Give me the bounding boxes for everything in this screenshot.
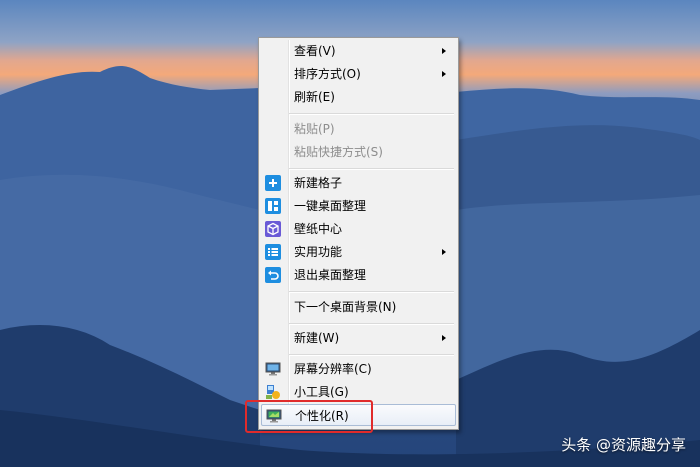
menu-item-screen-resolution[interactable]: 屏幕分辨率(C)	[261, 358, 456, 380]
menu-item-utilities[interactable]: 实用功能	[261, 241, 456, 263]
menu-item-label: 查看(V)	[294, 44, 336, 58]
gadgets-icon	[265, 384, 281, 400]
menu-item-label: 新建格子	[294, 176, 343, 190]
menu-item-wallpaper-center[interactable]: 壁纸中心	[261, 218, 456, 240]
undo-icon	[265, 267, 281, 283]
menu-separator	[289, 354, 454, 356]
layout-grid-icon	[265, 198, 281, 214]
highlight-box	[245, 400, 373, 433]
monitor-icon	[265, 361, 281, 377]
menu-item-label: 粘贴快捷方式(S)	[294, 145, 383, 159]
menu-item-label: 屏幕分辨率(C)	[294, 362, 372, 376]
watermark: 头条 @资源趣分享	[561, 436, 686, 454]
menu-item-refresh[interactable]: 刷新(E)	[261, 86, 456, 108]
menu-item-label: 刷新(E)	[294, 90, 335, 104]
submenu-arrow-icon	[442, 249, 446, 255]
menu-separator	[289, 113, 454, 115]
list-icon	[265, 244, 281, 260]
menu-item-label: 下一个桌面背景(N)	[294, 300, 397, 314]
cube-icon	[265, 221, 281, 237]
menu-item-view[interactable]: 查看(V)	[261, 40, 456, 62]
menu-separator	[289, 168, 454, 170]
menu-item-label: 退出桌面整理	[294, 268, 367, 282]
menu-item-sort-by[interactable]: 排序方式(O)	[261, 63, 456, 85]
menu-item-paste[interactable]: 粘贴(P)	[261, 118, 456, 140]
plus-icon	[265, 175, 281, 191]
menu-item-new[interactable]: 新建(W)	[261, 327, 456, 349]
submenu-arrow-icon	[442, 71, 446, 77]
menu-item-label: 排序方式(O)	[294, 67, 361, 81]
menu-item-exit-organize[interactable]: 退出桌面整理	[261, 264, 456, 286]
menu-separator	[289, 291, 454, 293]
menu-item-label: 新建(W)	[294, 331, 340, 345]
menu-item-next-background[interactable]: 下一个桌面背景(N)	[261, 296, 456, 318]
menu-item-label: 一键桌面整理	[294, 199, 367, 213]
menu-item-label: 实用功能	[294, 245, 343, 259]
menu-item-label: 壁纸中心	[294, 222, 343, 236]
context-menu: 查看(V) 排序方式(O) 刷新(E) 粘贴(P) 粘贴快捷方式(S) 新建格子…	[258, 37, 459, 430]
menu-item-paste-shortcut[interactable]: 粘贴快捷方式(S)	[261, 141, 456, 163]
menu-separator	[289, 323, 454, 325]
menu-item-label: 粘贴(P)	[294, 122, 335, 136]
submenu-arrow-icon	[442, 335, 446, 341]
submenu-arrow-icon	[442, 48, 446, 54]
menu-item-new-grid[interactable]: 新建格子	[261, 172, 456, 194]
menu-item-one-click-organize[interactable]: 一键桌面整理	[261, 195, 456, 217]
